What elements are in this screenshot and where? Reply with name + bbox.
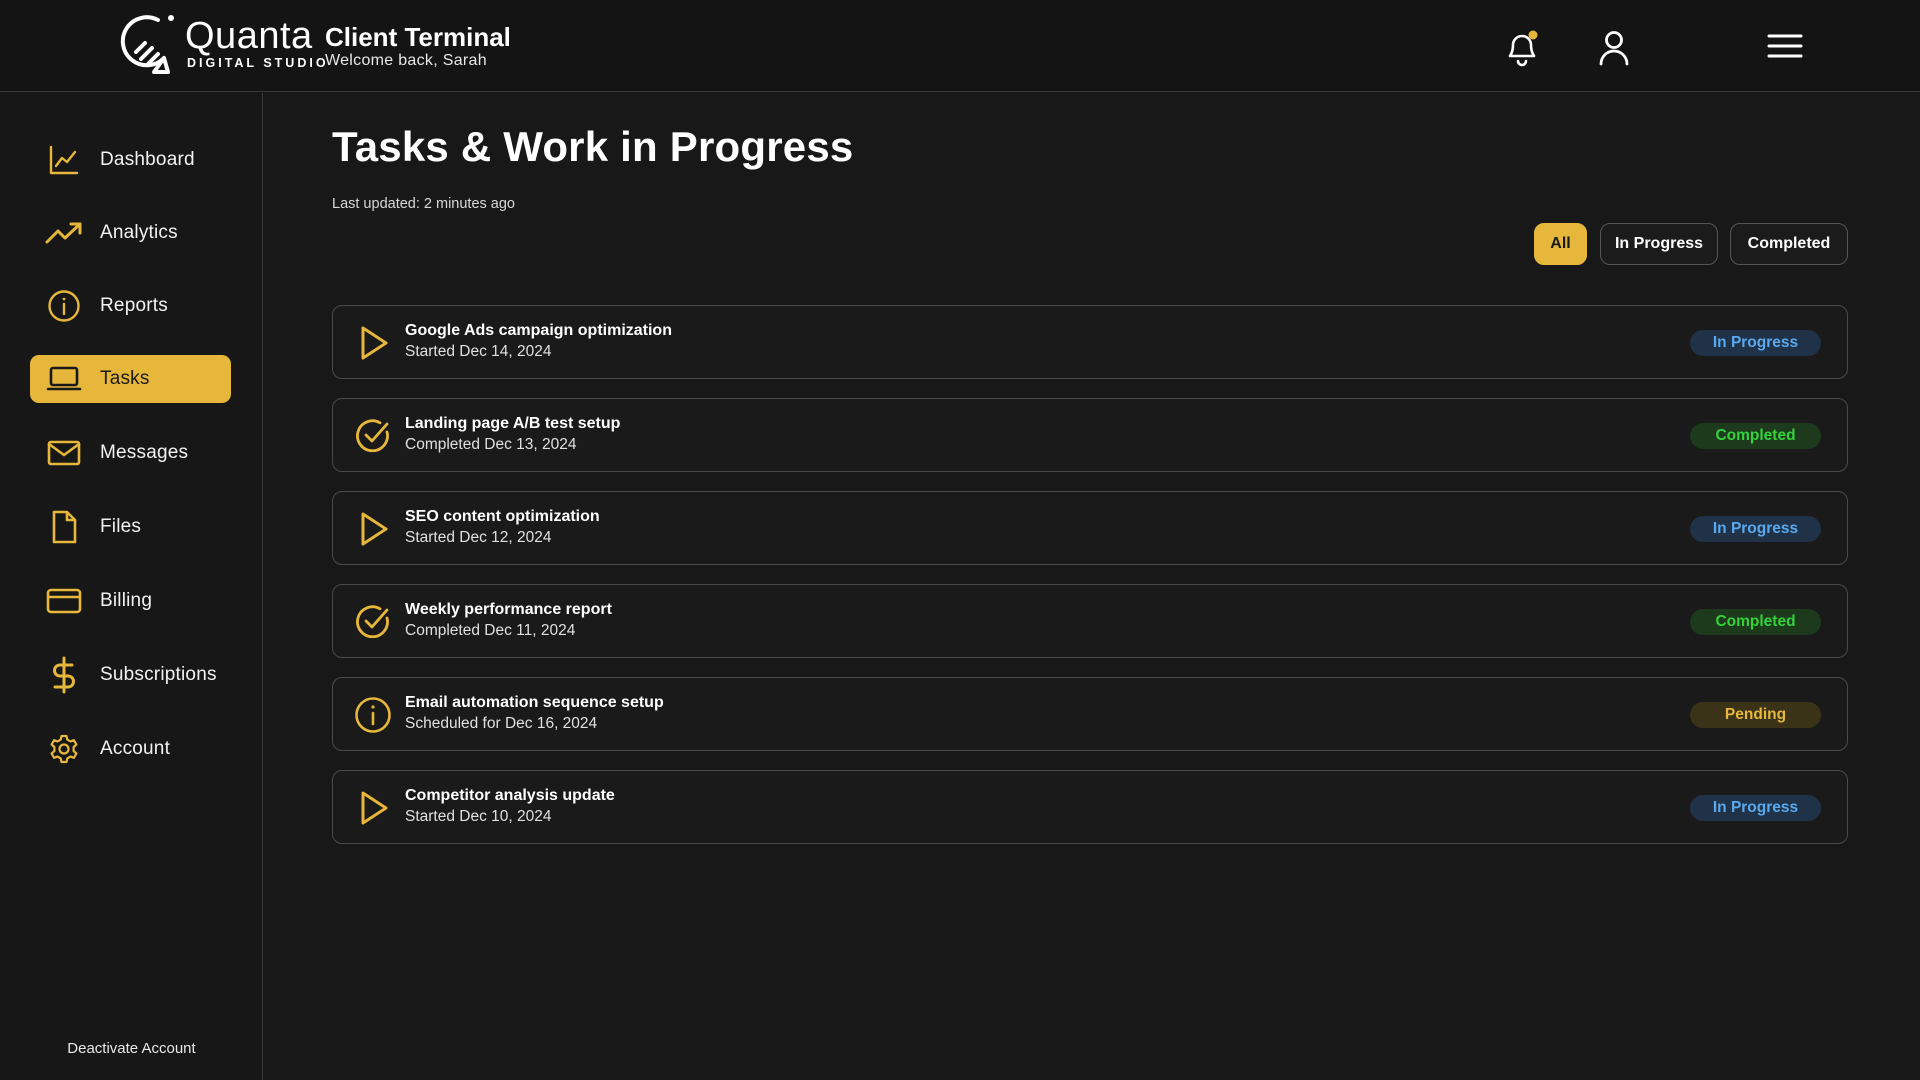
sidebar-item-tasks[interactable]: Tasks xyxy=(30,355,231,403)
task-date: Started Dec 10, 2024 xyxy=(405,808,552,825)
sidebar-item-label: Analytics xyxy=(100,222,178,243)
sidebar-item-dashboard[interactable]: Dashboard xyxy=(30,136,231,184)
laptop-icon xyxy=(44,359,84,399)
status-badge: Completed xyxy=(1690,609,1821,635)
check-circle-icon xyxy=(353,416,393,456)
sidebar-item-label: Reports xyxy=(100,295,168,316)
last-updated-text: Last updated: 2 minutes ago xyxy=(332,196,515,212)
sidebar-item-label: Messages xyxy=(100,442,189,463)
task-name: Google Ads campaign optimization xyxy=(405,322,672,339)
task-name: Landing page A/B test setup xyxy=(405,415,621,432)
trending-up-icon xyxy=(44,213,84,253)
task-row[interactable]: Competitor analysis update Started Dec 1… xyxy=(332,770,1848,844)
play-icon xyxy=(353,788,393,828)
main-content: Tasks & Work in Progress Last updated: 2… xyxy=(264,93,1920,1080)
file-icon xyxy=(44,507,84,547)
top-header: Quanta DIGITAL STUDIO Client Terminal We… xyxy=(0,0,1920,92)
task-date: Completed Dec 13, 2024 xyxy=(405,436,577,453)
task-name: Email automation sequence setup xyxy=(405,694,664,711)
page-title: Tasks & Work in Progress xyxy=(332,123,854,170)
sidebar-item-messages[interactable]: Messages xyxy=(30,429,231,477)
task-row[interactable]: Email automation sequence setup Schedule… xyxy=(332,677,1848,751)
mail-icon xyxy=(44,433,84,473)
sidebar-item-account[interactable]: Account xyxy=(30,725,231,773)
brand-tagline: DIGITAL STUDIO xyxy=(187,56,329,70)
task-date: Started Dec 12, 2024 xyxy=(405,529,552,546)
sidebar-item-analytics[interactable]: Analytics xyxy=(30,209,231,257)
task-row[interactable]: Google Ads campaign optimization Started… xyxy=(332,305,1848,379)
sidebar-item-reports[interactable]: Reports xyxy=(30,282,231,330)
task-date: Completed Dec 11, 2024 xyxy=(405,622,576,639)
bell-icon[interactable] xyxy=(1502,26,1542,70)
brand-name: Quanta xyxy=(185,15,313,57)
check-circle-icon xyxy=(353,602,393,642)
filter-in-progress-button[interactable]: In Progress xyxy=(1600,223,1718,265)
status-badge: In Progress xyxy=(1690,516,1821,542)
user-icon[interactable] xyxy=(1594,26,1634,70)
gear-icon xyxy=(44,729,84,769)
task-row[interactable]: Weekly performance report Completed Dec … xyxy=(332,584,1848,658)
quanta-logo-icon[interactable] xyxy=(118,12,178,78)
sidebar-item-label: Account xyxy=(100,738,171,759)
task-date: Started Dec 14, 2024 xyxy=(405,343,552,360)
status-badge: Pending xyxy=(1690,702,1821,728)
sidebar-item-subscriptions[interactable]: Subscriptions xyxy=(30,651,231,699)
sidebar-item-files[interactable]: Files xyxy=(30,503,231,551)
credit-card-icon xyxy=(44,581,84,621)
sidebar: Dashboard Analytics Reports Tasks Messag… xyxy=(0,93,263,1080)
filter-all-button[interactable]: All xyxy=(1534,223,1587,265)
task-date: Scheduled for Dec 16, 2024 xyxy=(405,715,598,732)
info-circle-icon xyxy=(44,286,84,326)
deactivate-account-link[interactable]: Deactivate Account xyxy=(0,1040,263,1057)
play-icon xyxy=(353,509,393,549)
task-name: SEO content optimization xyxy=(405,508,600,525)
app-title: Client Terminal xyxy=(325,22,511,52)
task-row[interactable]: SEO content optimization Started Dec 12,… xyxy=(332,491,1848,565)
sidebar-item-label: Files xyxy=(100,516,142,537)
sidebar-item-label: Billing xyxy=(100,590,153,611)
sidebar-item-label: Tasks xyxy=(100,368,150,389)
task-name: Competitor analysis update xyxy=(405,787,615,804)
status-badge: In Progress xyxy=(1690,330,1821,356)
dollar-icon xyxy=(44,655,84,695)
hamburger-menu-icon[interactable] xyxy=(1764,28,1806,64)
welcome-text: Welcome back, Sarah xyxy=(325,52,487,69)
play-icon xyxy=(353,323,393,363)
sidebar-item-label: Dashboard xyxy=(100,149,195,170)
sidebar-item-label: Subscriptions xyxy=(100,664,217,685)
line-chart-icon xyxy=(44,140,84,180)
sidebar-item-billing[interactable]: Billing xyxy=(30,577,231,625)
task-name: Weekly performance report xyxy=(405,601,612,618)
info-circle-icon xyxy=(353,695,393,735)
status-badge: In Progress xyxy=(1690,795,1821,821)
status-badge: Completed xyxy=(1690,423,1821,449)
task-row[interactable]: Landing page A/B test setup Completed De… xyxy=(332,398,1848,472)
filter-completed-button[interactable]: Completed xyxy=(1730,223,1848,265)
